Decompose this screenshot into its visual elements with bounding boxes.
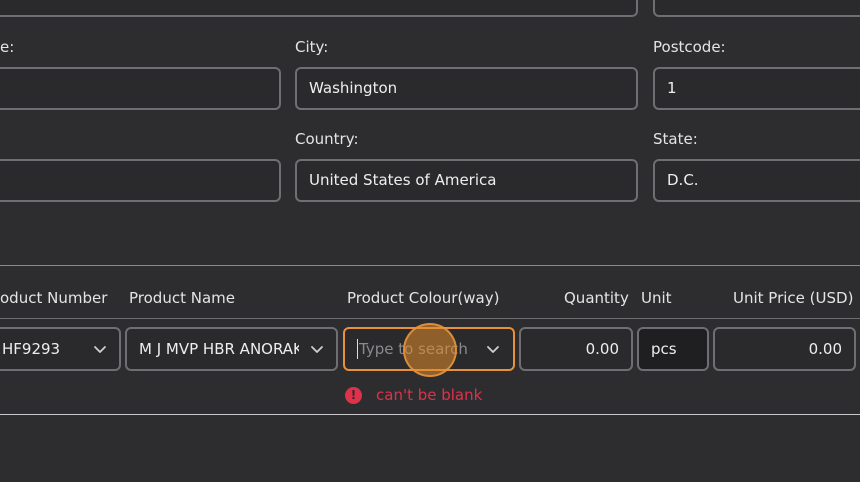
unit-field[interactable]: pcs — [637, 327, 709, 371]
quantity-value: 0.00 — [585, 339, 619, 358]
header-product-number: oduct Number — [0, 289, 108, 307]
header-unit: Unit — [641, 289, 672, 307]
unit-price-value: 0.00 — [808, 339, 842, 358]
postcode-input[interactable]: 1 — [653, 67, 860, 110]
header-product-colour: Product Colour(way) — [347, 289, 500, 307]
state-label: State: — [653, 130, 698, 148]
chevron-down-icon — [311, 346, 323, 353]
top-middle-field[interactable] — [0, 0, 638, 17]
country-label: Country: — [295, 130, 359, 148]
city-label: City: — [295, 38, 329, 56]
header-quantity: Quantity — [564, 289, 629, 307]
country-input[interactable]: United States of America — [295, 159, 638, 202]
product-name-value: M J MVP HBR ANORAK — [139, 341, 299, 357]
state-value: D.C. — [667, 171, 699, 189]
city-value: Washington — [309, 79, 398, 97]
product-number-value: HF9293 — [2, 339, 61, 358]
table-header-divider — [0, 318, 860, 319]
product-number-select[interactable]: HF9293 — [0, 327, 121, 371]
postcode-value: 1 — [667, 79, 677, 97]
country-value: United States of America — [309, 171, 497, 189]
state-input[interactable]: D.C. — [653, 159, 860, 202]
table-top-divider — [0, 265, 860, 266]
error-message: ! can't be blank — [345, 386, 482, 404]
unit-value: pcs — [651, 339, 677, 358]
header-product-name: Product Name — [129, 289, 235, 307]
top-right-field[interactable] — [653, 0, 860, 17]
table-bottom-divider — [0, 414, 860, 415]
left-field-2-input[interactable] — [0, 159, 281, 202]
chevron-down-icon — [94, 346, 106, 353]
error-text: can't be blank — [376, 386, 483, 404]
header-unit-price: Unit Price (USD) — [733, 289, 854, 307]
left-field-label: e: — [0, 38, 15, 56]
postcode-label: Postcode: — [653, 38, 726, 56]
unit-price-input[interactable]: 0.00 — [713, 327, 856, 371]
quantity-input[interactable]: 0.00 — [519, 327, 633, 371]
text-cursor — [357, 339, 358, 359]
click-highlight — [403, 323, 457, 377]
city-input[interactable]: Washington — [295, 67, 638, 110]
product-name-select[interactable]: M J MVP HBR ANORAK — [125, 327, 338, 371]
left-field-input[interactable] — [0, 67, 281, 110]
chevron-down-icon — [487, 346, 499, 353]
error-icon: ! — [345, 386, 362, 404]
